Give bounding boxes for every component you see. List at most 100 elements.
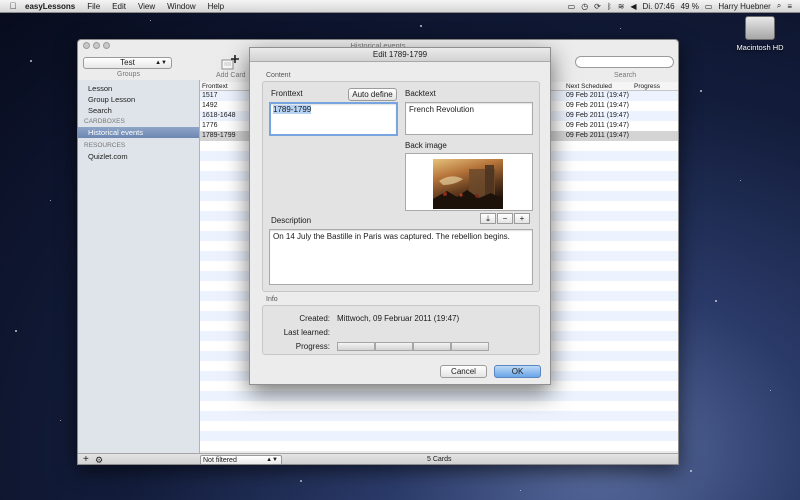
zoom-window-button[interactable] xyxy=(103,42,110,49)
progress-bar xyxy=(337,342,489,351)
sidebar-header-cardboxes: Cardboxes xyxy=(84,118,125,125)
col-header-next-scheduled[interactable]: Next Scheduled xyxy=(566,82,612,91)
close-window-button[interactable] xyxy=(83,42,90,49)
menu-edit[interactable]: Edit xyxy=(106,2,132,11)
row-fronttext: 1517 xyxy=(202,92,218,99)
drive-label: Macintosh HD xyxy=(736,43,784,52)
empty-row xyxy=(200,391,678,401)
bluetooth-icon[interactable]: ᛒ xyxy=(607,2,612,11)
row-next-scheduled: 09 Feb 2011 (19:47) xyxy=(566,102,629,109)
sidebar-item-quizlet[interactable]: Quizlet.com xyxy=(78,151,199,162)
menu-extras: ▭ ◷ ⟳ ᛒ ≋ ◀ Di. 07:46 49 % ▭ Harry Huebn… xyxy=(568,1,800,11)
sidebar-item-group-lesson[interactable]: Group Lesson xyxy=(78,94,199,105)
fronttext-value: 1789-1799 xyxy=(273,105,312,114)
sync-icon[interactable]: ⟳ xyxy=(594,2,601,11)
export-image-button[interactable]: ⤓ xyxy=(480,213,496,224)
add-image-button[interactable]: + xyxy=(514,213,530,224)
sidebar-item-lesson[interactable]: Lesson xyxy=(78,83,199,94)
stepper-arrows-icon: ▲▼ xyxy=(266,457,278,463)
filter-select[interactable]: Not filtered ▲▼ xyxy=(200,455,282,464)
description-label: Description xyxy=(271,216,312,225)
clock[interactable]: Di. 07:46 xyxy=(643,2,675,11)
empty-row xyxy=(200,401,678,411)
progress-segment xyxy=(375,342,413,351)
battery-icon[interactable]: ▭ xyxy=(705,2,713,11)
created-value: Mittwoch, 09 Februar 2011 (19:47) xyxy=(337,314,460,323)
sidebar-item-search[interactable]: Search xyxy=(78,105,199,116)
groups-select[interactable]: Test ▲▼ xyxy=(83,57,172,69)
menu-app-name[interactable]: easyLessons xyxy=(19,2,81,11)
add-icon[interactable]: + xyxy=(83,454,89,464)
progress-segment xyxy=(337,342,375,351)
menu-bar:  easyLessons File Edit View Window Help… xyxy=(0,0,800,13)
col-header-fronttext[interactable]: Fronttext xyxy=(202,82,228,91)
row-next-scheduled: 09 Feb 2011 (19:47) xyxy=(566,132,629,139)
airplay-icon[interactable]: ▭ xyxy=(568,2,576,11)
empty-row xyxy=(200,421,678,431)
backtext-field[interactable]: French Revolution xyxy=(405,102,533,135)
row-fronttext: 1618-1648 xyxy=(202,112,236,119)
row-fronttext: 1492 xyxy=(202,102,218,109)
empty-row xyxy=(200,441,678,451)
apple-menu-icon[interactable]:  xyxy=(7,1,19,11)
gear-icon[interactable]: ⚙ xyxy=(95,454,103,464)
desktop-drive[interactable]: Macintosh HD xyxy=(730,16,790,52)
backtext-value: French Revolution xyxy=(409,105,474,114)
sidebar-item-historical-events[interactable]: Historical events xyxy=(78,127,199,138)
edit-card-dialog: Edit 1789-1799 Content Fronttext Auto de… xyxy=(249,47,551,385)
row-fronttext: 1789-1799 xyxy=(202,132,236,139)
stepper-arrows-icon: ▲▼ xyxy=(155,60,167,66)
cancel-button[interactable]: Cancel xyxy=(440,365,487,378)
volume-icon[interactable]: ◀ xyxy=(630,2,636,11)
auto-define-button[interactable]: Auto define xyxy=(348,88,397,101)
empty-row xyxy=(200,431,678,441)
row-fronttext: 1776 xyxy=(202,122,218,129)
add-card-icon[interactable] xyxy=(221,54,239,71)
groups-label: Groups xyxy=(117,71,140,78)
bastille-painting-image xyxy=(433,159,503,209)
row-next-scheduled: 09 Feb 2011 (19:47) xyxy=(566,92,629,99)
ok-button[interactable]: OK xyxy=(494,365,541,378)
time-machine-icon[interactable]: ◷ xyxy=(581,2,588,11)
empty-row xyxy=(200,411,678,421)
remove-image-button[interactable]: − xyxy=(497,213,513,224)
last-learned-label: Last learned: xyxy=(283,328,330,337)
download-icon: ⤓ xyxy=(486,214,490,223)
groups-select-value: Test xyxy=(120,58,135,67)
battery-percent[interactable]: 49 % xyxy=(681,2,699,11)
row-next-scheduled: 09 Feb 2011 (19:47) xyxy=(566,122,629,129)
add-card-label: Add Card xyxy=(216,72,246,79)
menu-help[interactable]: Help xyxy=(202,2,230,11)
backtext-label: Backtext xyxy=(405,89,436,98)
user-name[interactable]: Harry Huebner xyxy=(718,2,770,11)
fronttext-label: Fronttext xyxy=(271,89,303,98)
content-group-label: Content xyxy=(266,72,291,79)
list-icon[interactable]: ≡ xyxy=(787,2,792,11)
menu-window[interactable]: Window xyxy=(161,2,201,11)
progress-segment xyxy=(451,342,489,351)
created-label: Created: xyxy=(299,314,330,323)
spotlight-search-icon[interactable]: ⌕ xyxy=(777,1,781,11)
description-value: On 14 July the Bastille in Paris was cap… xyxy=(273,232,510,241)
menu-view[interactable]: View xyxy=(132,2,161,11)
fronttext-field[interactable]: 1789-1799 xyxy=(269,102,398,136)
progress-segment xyxy=(413,342,451,351)
description-field[interactable]: On 14 July the Bastille in Paris was cap… xyxy=(269,229,533,285)
filter-select-value: Not filtered xyxy=(203,457,237,464)
window-controls xyxy=(83,42,110,49)
hard-drive-icon xyxy=(745,16,775,40)
wifi-icon[interactable]: ≋ xyxy=(618,2,625,11)
menu-file[interactable]: File xyxy=(81,2,106,11)
back-image-label: Back image xyxy=(405,141,447,150)
bottom-bar: + ⚙ Not filtered ▲▼ 5 Cards xyxy=(78,453,678,464)
info-group-label: Info xyxy=(266,296,278,303)
minimize-window-button[interactable] xyxy=(93,42,100,49)
search-input[interactable] xyxy=(575,56,674,68)
row-next-scheduled: 09 Feb 2011 (19:47) xyxy=(566,112,629,119)
back-image-well[interactable] xyxy=(405,153,533,211)
sidebar: Lesson Group Lesson Search Cardboxes His… xyxy=(78,80,200,453)
progress-label: Progress: xyxy=(295,342,330,351)
search-label: Search xyxy=(614,72,637,79)
col-header-progress[interactable]: Progress xyxy=(634,82,660,91)
painting-details xyxy=(433,159,503,209)
